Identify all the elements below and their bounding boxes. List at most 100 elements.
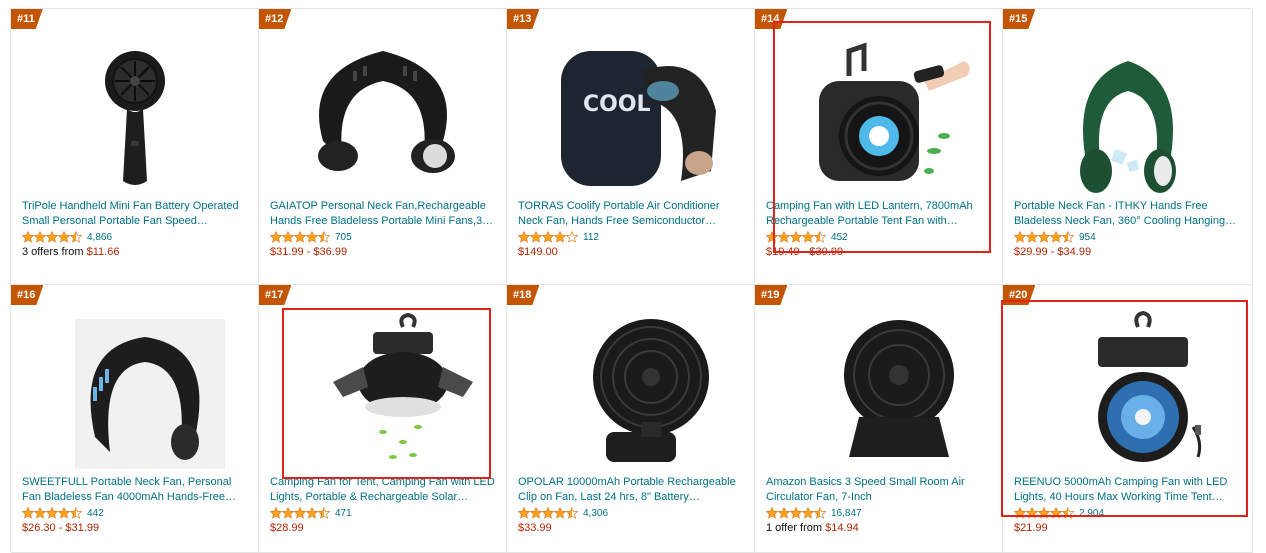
neck-fan-green-icon (1079, 61, 1176, 193)
review-count[interactable]: 452 (831, 232, 848, 243)
star-rating-icon (1014, 507, 1074, 519)
product-card-20: #20 REENUO 5000mAh Camping Fan with LED … (1003, 285, 1253, 553)
price-value: $31.99 - $36.99 (270, 246, 348, 258)
product-title-link[interactable]: TriPole Handheld Mini Fan Battery Operat… (22, 199, 250, 229)
price-value: $33.99 (518, 522, 552, 534)
rank-badge: #20 (1003, 285, 1035, 305)
rank-badge: #11 (11, 9, 43, 29)
air-circulator-fan-icon (843, 320, 954, 457)
price[interactable]: $28.99 (270, 521, 304, 535)
price[interactable]: 1 offer from $14.94 (766, 521, 859, 535)
product-image[interactable] (507, 307, 754, 477)
product-card-13: #13 COOL TORRAS Coolify Portable Air Con… (507, 9, 755, 285)
review-count[interactable]: 4,866 (87, 232, 112, 243)
review-count[interactable]: 954 (1079, 232, 1096, 243)
review-count[interactable]: 112 (583, 232, 599, 243)
price-value: $28.99 (270, 522, 304, 534)
price[interactable]: $26.30 - $31.99 (22, 521, 99, 535)
camping-fan-lantern-icon (818, 42, 970, 181)
rating[interactable]: 16,847 (766, 507, 862, 519)
price-prefix: 1 offer from (766, 522, 826, 534)
rank-badge: #14 (755, 9, 787, 29)
product-image[interactable] (259, 31, 506, 201)
svg-text:COOL: COOL (583, 92, 651, 117)
product-image[interactable] (11, 31, 258, 201)
product-image[interactable] (1003, 31, 1252, 201)
tent-fan-led-icon (332, 312, 473, 459)
rating[interactable]: 452 (766, 231, 848, 243)
product-image[interactable] (259, 307, 506, 477)
rank-badge: #19 (755, 285, 787, 305)
product-card-17: #17 Camping Fan for Tent, Camping Fan wi… (259, 285, 507, 553)
price-value: $21.99 (1014, 522, 1048, 534)
star-rating-icon (270, 507, 330, 519)
star-rating-icon (1014, 231, 1074, 243)
product-card-16: #16 SWEETFULL Portable Neck Fan, Persona… (11, 285, 259, 553)
product-title-link[interactable]: REENUO 5000mAh Camping Fan with LED Ligh… (1014, 475, 1244, 505)
price[interactable]: 3 offers from $11.66 (22, 245, 119, 259)
star-rating-icon (22, 231, 82, 243)
price[interactable]: $33.99 (518, 521, 552, 535)
rank-badge: #13 (507, 9, 539, 29)
review-count[interactable]: 16,847 (831, 508, 862, 519)
rating[interactable]: 2,904 (1014, 507, 1104, 519)
star-rating-icon (22, 507, 82, 519)
review-count[interactable]: 471 (335, 508, 352, 519)
product-title-link[interactable]: OPOLAR 10000mAh Portable Rechargeable Cl… (518, 475, 746, 505)
rank-badge: #18 (507, 285, 539, 305)
rank-badge: #17 (259, 285, 291, 305)
review-count[interactable]: 4,306 (583, 508, 608, 519)
product-title-link[interactable]: TORRAS Coolify Portable Air Conditioner … (518, 199, 746, 229)
price-value: $29.99 - $34.99 (1014, 246, 1092, 258)
price[interactable]: $21.99 (1014, 521, 1048, 535)
review-count[interactable]: 705 (335, 232, 352, 243)
star-rating-icon (518, 231, 578, 243)
product-title-link[interactable]: GAIATOP Personal Neck Fan,Rechargeable H… (270, 199, 498, 229)
rating[interactable]: 112 (518, 231, 599, 243)
price[interactable]: $149.00 (518, 245, 558, 259)
rating[interactable]: 4,306 (518, 507, 608, 519)
product-title-link[interactable]: Portable Neck Fan - ITHKY Hands Free Bla… (1014, 199, 1244, 229)
product-card-12: #12 GAIATOP Personal Neck Fan,Rechargeab… (259, 9, 507, 285)
product-card-11: #11 TriPole Handheld Mini Fan Battery Op… (11, 9, 259, 285)
product-image[interactable] (755, 307, 1002, 477)
clip-fan-icon (592, 319, 709, 462)
price-value: $11.66 (86, 246, 120, 258)
rating[interactable]: 471 (270, 507, 352, 519)
rating[interactable]: 442 (22, 507, 104, 519)
star-rating-icon (518, 507, 578, 519)
price-value: $26.30 - $31.99 (22, 522, 100, 534)
price-value: $19.49 - $30.99 (766, 246, 844, 258)
product-image[interactable]: COOL (507, 31, 754, 201)
product-title-link[interactable]: Camping Fan for Tent, Camping Fan with L… (270, 475, 498, 505)
rating[interactable]: 954 (1014, 231, 1096, 243)
product-image[interactable] (1003, 307, 1252, 477)
product-card-18: #18 OPOLAR 10000mAh Portable Rechargeabl… (507, 285, 755, 553)
review-count[interactable]: 2,904 (1079, 508, 1104, 519)
rating[interactable]: 705 (270, 231, 352, 243)
star-rating-icon (766, 231, 826, 243)
rating[interactable]: 4,866 (22, 231, 112, 243)
price[interactable]: $31.99 - $36.99 (270, 245, 347, 259)
rank-badge: #16 (11, 285, 43, 305)
product-card-14: #14 Camping Fan with LED Lantern, 7800mA… (755, 9, 1003, 285)
star-rating-icon (270, 231, 330, 243)
product-card-19: #19 Amazon Basics 3 Speed Small Room Air… (755, 285, 1003, 553)
product-image[interactable] (11, 307, 258, 477)
product-card-15: #15 Portable Neck Fan - ITHKY Hands Free… (1003, 9, 1253, 285)
product-title-link[interactable]: Camping Fan with LED Lantern, 7800mAh Re… (766, 199, 994, 229)
product-title-link[interactable]: SWEETFULL Portable Neck Fan, Personal Fa… (22, 475, 250, 505)
product-image[interactable] (755, 31, 1002, 201)
camping-fan-hook-icon (1097, 310, 1201, 462)
star-rating-icon (766, 507, 826, 519)
review-count[interactable]: 442 (87, 508, 104, 519)
price[interactable]: $19.49 - $30.99 (766, 245, 843, 259)
product-title-link[interactable]: Amazon Basics 3 Speed Small Room Air Cir… (766, 475, 994, 505)
bestseller-grid: #11 TriPole Handheld Mini Fan Battery Op… (10, 8, 1253, 553)
price[interactable]: $29.99 - $34.99 (1014, 245, 1091, 259)
price-value: $149.00 (518, 246, 558, 258)
neck-fan-blue-icon (74, 319, 225, 469)
neck-fan-black-icon (317, 51, 455, 173)
handheld-fan-icon (104, 51, 165, 185)
rank-badge: #15 (1003, 9, 1035, 29)
